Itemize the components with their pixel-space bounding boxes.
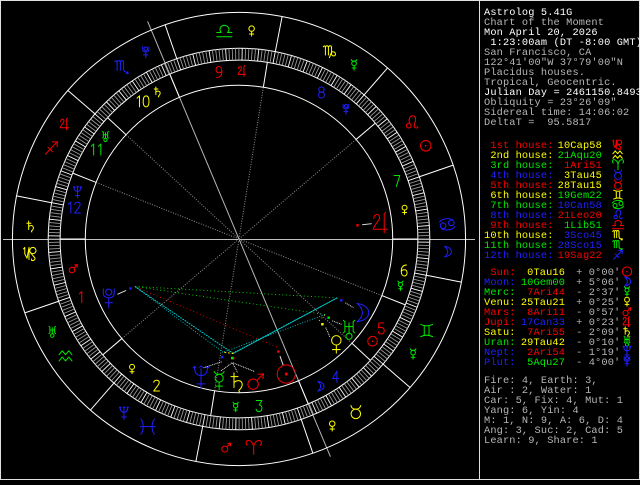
svg-text:Learn: 9, Share: 1: Learn: 9, Share: 1 [484, 435, 598, 447]
svg-text:Plut:: Plut: [484, 357, 516, 369]
svg-text:- 4°00': - 4°00' [576, 357, 620, 369]
svg-text:DeltaT = 95.5817: DeltaT = 95.5817 [484, 117, 591, 129]
svg-text:12th house:: 12th house: [484, 250, 554, 262]
svg-text:5Aqu27: 5Aqu27 [521, 357, 565, 369]
svg-text:19Sag22: 19Sag22 [558, 250, 602, 262]
